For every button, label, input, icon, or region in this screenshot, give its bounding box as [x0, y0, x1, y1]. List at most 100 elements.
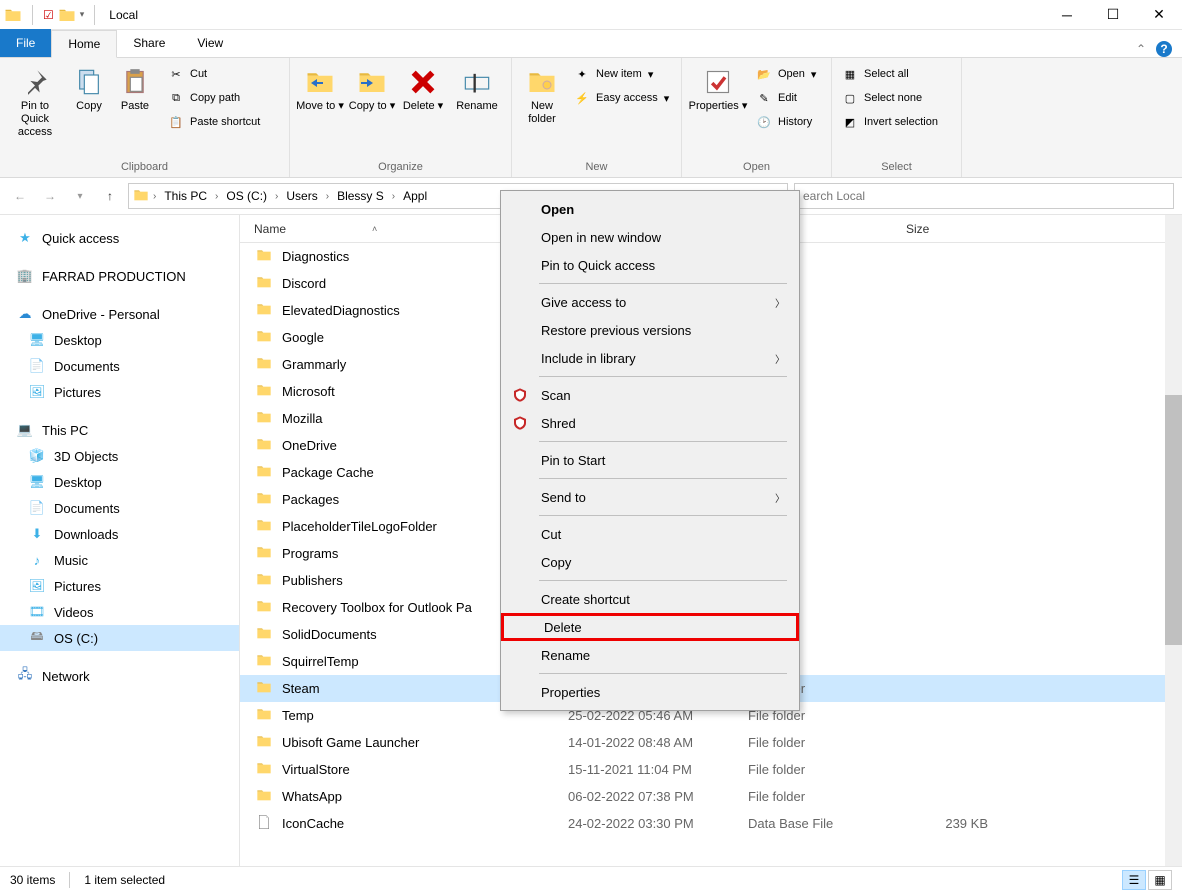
nav-music[interactable]: ♪Music — [0, 547, 239, 573]
select-all-button[interactable]: ▦Select all — [838, 64, 942, 84]
ctx-send-to[interactable]: Send to〉 — [501, 483, 799, 511]
nav-os-c[interactable]: 🖴OS (C:) — [0, 625, 239, 651]
crumb-user[interactable]: Blessy S — [333, 189, 388, 203]
file-row[interactable]: IconCache24-02-2022 03:30 PMData Base Fi… — [240, 810, 1182, 837]
ctx-delete[interactable]: Delete — [501, 613, 799, 641]
ctx-shred[interactable]: Shred — [501, 409, 799, 437]
new-item-button[interactable]: ✦New item ▾ — [570, 64, 673, 84]
col-size[interactable]: Size — [898, 222, 998, 236]
scrollbar[interactable] — [1165, 215, 1182, 866]
nav-downloads[interactable]: ⬇Downloads — [0, 521, 239, 547]
nav-videos[interactable]: 🎞Videos — [0, 599, 239, 625]
network-icon: 🖧 — [16, 667, 34, 685]
select-none-icon: ▢ — [842, 90, 858, 106]
copy-button[interactable]: Copy — [68, 62, 110, 113]
ctx-scan[interactable]: Scan — [501, 381, 799, 409]
tab-home[interactable]: Home — [51, 30, 117, 58]
pin-quick-access-button[interactable]: Pin to Quick access — [6, 62, 64, 140]
nav-od-documents[interactable]: 📄Documents — [0, 353, 239, 379]
delete-button[interactable]: Delete ▾ — [400, 62, 446, 113]
copy-to-icon — [356, 66, 388, 98]
nav-onedrive[interactable]: ☁OneDrive - Personal — [0, 301, 239, 327]
ctx-rename[interactable]: Rename — [501, 641, 799, 669]
move-to-button[interactable]: Move to ▾ — [296, 62, 344, 113]
rename-button[interactable]: Rename — [450, 62, 504, 113]
ctx-cut[interactable]: Cut — [501, 520, 799, 548]
chevron-icon[interactable]: › — [151, 191, 158, 202]
up-button[interactable]: ↑ — [98, 184, 122, 208]
folder-icon — [254, 328, 274, 347]
help-icon[interactable]: ? — [1156, 41, 1172, 57]
ctx-include-library[interactable]: Include in library〉 — [501, 344, 799, 372]
ctx-create-shortcut[interactable]: Create shortcut — [501, 585, 799, 613]
downloads-icon: ⬇ — [28, 525, 46, 543]
cut-button[interactable]: ✂Cut — [164, 64, 264, 84]
nav-pictures[interactable]: 🖼Pictures — [0, 573, 239, 599]
easy-access-button[interactable]: ⚡Easy access ▾ — [570, 88, 673, 108]
folder-icon — [254, 733, 274, 752]
nav-quick-access[interactable]: ★Quick access — [0, 225, 239, 251]
file-row[interactable]: WhatsApp06-02-2022 07:38 PMFile folder — [240, 783, 1182, 810]
tab-view[interactable]: View — [181, 29, 239, 57]
collapse-ribbon-icon[interactable]: ⌃ — [1136, 42, 1146, 56]
qat-folder-icon[interactable] — [58, 6, 76, 24]
chevron-icon[interactable]: › — [324, 191, 331, 202]
history-button[interactable]: 🕑History — [752, 112, 820, 132]
paste-shortcut-button[interactable]: 📋Paste shortcut — [164, 112, 264, 132]
folder-icon — [254, 274, 274, 293]
crumb-users[interactable]: Users — [282, 189, 321, 203]
invert-selection-button[interactable]: ◩Invert selection — [838, 112, 942, 132]
ctx-pin-start[interactable]: Pin to Start — [501, 446, 799, 474]
scroll-thumb[interactable] — [1165, 395, 1182, 645]
copy-path-button[interactable]: ⧉Copy path — [164, 88, 264, 108]
tab-share[interactable]: Share — [117, 29, 181, 57]
ctx-open-new-window[interactable]: Open in new window — [501, 223, 799, 251]
crumb-appdata[interactable]: Appl — [399, 189, 431, 203]
chevron-icon[interactable]: › — [213, 191, 220, 202]
chevron-icon[interactable]: › — [390, 191, 397, 202]
ctx-copy[interactable]: Copy — [501, 548, 799, 576]
recent-dropdown[interactable]: ▾ — [68, 184, 92, 208]
close-button[interactable]: ✕ — [1136, 0, 1182, 30]
copy-to-button[interactable]: Copy to ▾ — [348, 62, 396, 113]
edit-button[interactable]: ✎Edit — [752, 88, 820, 108]
chevron-icon[interactable]: › — [273, 191, 280, 202]
nav-desktop[interactable]: 🖥Desktop — [0, 469, 239, 495]
ctx-properties[interactable]: Properties — [501, 678, 799, 706]
file-row[interactable]: VirtualStore15-11-2021 11:04 PMFile fold… — [240, 756, 1182, 783]
qat-checkbox-icon[interactable]: ☑ — [43, 8, 54, 22]
forward-button[interactable]: → — [38, 184, 62, 208]
drive-icon: 🖴 — [28, 629, 46, 647]
open-button[interactable]: 📂Open ▾ — [752, 64, 820, 84]
crumb-os-c[interactable]: OS (C:) — [222, 189, 271, 203]
paste-button[interactable]: Paste — [114, 62, 156, 113]
nav-documents[interactable]: 📄Documents — [0, 495, 239, 521]
maximize-button[interactable]: ☐ — [1090, 0, 1136, 30]
minimize-button[interactable]: ─ — [1044, 0, 1090, 30]
ctx-open[interactable]: Open — [501, 195, 799, 223]
properties-button[interactable]: Properties ▾ — [688, 62, 748, 113]
documents-icon: 📄 — [28, 357, 46, 375]
nav-od-pictures[interactable]: 🖼Pictures — [0, 379, 239, 405]
nav-3d-objects[interactable]: 🧊3D Objects — [0, 443, 239, 469]
back-button[interactable]: ← — [8, 184, 32, 208]
nav-farrad[interactable]: 🏢FARRAD PRODUCTION — [0, 263, 239, 289]
new-folder-button[interactable]: New folder — [518, 62, 566, 126]
ctx-restore-versions[interactable]: Restore previous versions — [501, 316, 799, 344]
search-input[interactable]: earch Local — [794, 183, 1174, 209]
nav-pane: ★Quick access 🏢FARRAD PRODUCTION ☁OneDri… — [0, 215, 240, 866]
tab-file[interactable]: File — [0, 29, 51, 57]
view-large-icons-button[interactable]: ▦ — [1148, 870, 1172, 890]
delete-icon — [407, 66, 439, 98]
ctx-pin-quick-access[interactable]: Pin to Quick access — [501, 251, 799, 279]
ctx-give-access[interactable]: Give access to〉 — [501, 288, 799, 316]
select-none-button[interactable]: ▢Select none — [838, 88, 942, 108]
file-date: 24-02-2022 03:30 PM — [568, 816, 748, 831]
nav-network[interactable]: 🖧Network — [0, 663, 239, 689]
qat-dropdown-icon[interactable]: ▾ — [80, 9, 85, 20]
nav-this-pc[interactable]: 💻This PC — [0, 417, 239, 443]
nav-od-desktop[interactable]: 🖥Desktop — [0, 327, 239, 353]
file-row[interactable]: Ubisoft Game Launcher14-01-2022 08:48 AM… — [240, 729, 1182, 756]
crumb-this-pc[interactable]: This PC — [160, 189, 211, 203]
view-details-button[interactable]: ☰ — [1122, 870, 1146, 890]
